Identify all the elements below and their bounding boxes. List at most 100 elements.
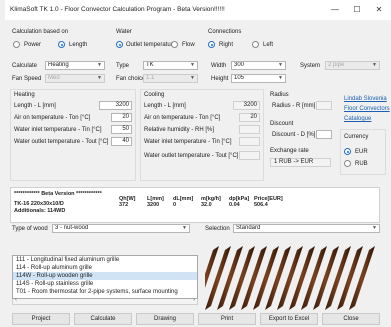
grille-slat [205, 246, 231, 310]
discount-header: Discount [270, 121, 294, 127]
export-excel-button[interactable]: Export to Excel [260, 313, 318, 325]
rub-label: RUB [355, 161, 368, 167]
cooling-length-input[interactable]: 3200 [233, 101, 260, 110]
result-additionals: Additionals: 114WD [14, 208, 66, 214]
cooling-water-inlet-label: Water inlet temperature - Tin [°C] [144, 139, 232, 145]
wood-label: Type of wood [12, 226, 48, 232]
link-catalogue[interactable]: Catalogue [344, 116, 371, 122]
system-label: System [300, 63, 321, 69]
heating-length-label: Length - L [mm] [14, 103, 56, 109]
fan-speed-select[interactable]: Med ▼ [45, 74, 105, 83]
heating-length-input[interactable]: 3200 [99, 101, 132, 110]
drawing-button[interactable]: Drawing [136, 313, 194, 325]
result-value-m: 32.0 [201, 202, 212, 208]
maximize-icon[interactable]: ☐ [347, 4, 367, 16]
heating-air-on-input[interactable]: 20 [111, 113, 132, 122]
cooling-air-on-input[interactable]: 20 [239, 113, 260, 122]
left-label: Left [263, 42, 274, 48]
minimize-icon[interactable]: — [325, 4, 345, 16]
project-button[interactable]: Project [12, 313, 70, 325]
result-value-dl: 0 [173, 202, 177, 208]
result-value-qh: 372 [119, 202, 129, 208]
width-label: Width [211, 63, 227, 69]
grille-slat [337, 246, 363, 310]
right-radio[interactable] [208, 41, 215, 48]
calculate-button[interactable]: Calculate [74, 313, 132, 325]
grille-slat [253, 246, 279, 310]
currency-header: Currency [344, 134, 369, 140]
grille-slat [325, 246, 351, 310]
right-label: Right [219, 42, 234, 48]
fan-speed-label: Fan Speed [12, 76, 42, 82]
fan-choice-select[interactable]: 1.1 ▼ [143, 74, 198, 83]
cooling-water-inlet-input[interactable] [239, 137, 260, 146]
chevron-down-icon: ▼ [97, 62, 102, 68]
discount-input[interactable] [316, 130, 332, 139]
outlet-temperature-label: Outlet temperature [126, 42, 177, 48]
cooling-humidity-input[interactable] [239, 125, 260, 134]
link-floor-convectors[interactable]: Floor Convectors [344, 106, 390, 112]
list-item[interactable]: T01 - Room thermostat for 2-pipe systems… [13, 288, 197, 296]
fan-choice-label: Fan choice [116, 76, 146, 82]
flow-radio[interactable] [171, 41, 178, 48]
close-icon[interactable]: ✕ [369, 4, 389, 16]
grille-slat [289, 246, 315, 310]
result-value-l: 3200 [147, 202, 160, 208]
width-select[interactable]: 300 ▼ [231, 61, 286, 70]
selection-select[interactable]: Standard ▼ [233, 224, 380, 233]
chevron-down-icon: ▼ [278, 62, 283, 68]
eur-radio[interactable] [344, 148, 351, 155]
height-select[interactable]: 105 ▼ [231, 74, 286, 83]
grille-slat [217, 246, 243, 310]
grille-slat [229, 246, 255, 310]
radius-label: Radius - R [mm] [272, 103, 316, 109]
selection-label: Selection [205, 226, 230, 232]
chevron-down-icon: ▼ [190, 62, 195, 68]
list-item[interactable]: 114W - Roll-up wooden grille [13, 272, 197, 280]
power-radio[interactable] [13, 41, 20, 48]
beta-banner: ************ Beta Version ************ [14, 191, 102, 197]
flow-label: Flow [182, 42, 195, 48]
list-item[interactable]: 114S - Roll-up stainless grille [13, 280, 197, 288]
grille-slat [349, 246, 375, 310]
power-label: Power [24, 42, 42, 48]
outlet-temperature-radio[interactable] [116, 41, 123, 48]
heating-water-outlet-input[interactable]: 40 [111, 137, 132, 146]
heating-water-inlet-input[interactable]: 50 [111, 125, 132, 134]
scroll-right-icon[interactable]: › [193, 297, 195, 303]
wood-select[interactable]: 3 - nut-wood ▼ [52, 224, 190, 233]
link-lindab-slovenia[interactable]: Lindab Slovenia [344, 96, 387, 102]
discount-label: Discount - D [%] [272, 132, 316, 138]
print-button[interactable]: Print [198, 313, 256, 325]
length-label: Length [69, 42, 88, 48]
calculate-select[interactable]: Heating ▼ [45, 61, 105, 70]
list-item[interactable]: 114 - Roll-up aluminum grille [13, 264, 197, 272]
cooling-length-label: Length - L [mm] [144, 103, 186, 109]
list-item[interactable]: 111 - Longitudinal fixed aluminum grille [13, 256, 197, 264]
list-scrollbar[interactable]: ‹ › [12, 297, 198, 305]
result-value-dp: 0.04 [229, 202, 240, 208]
exchange-input[interactable]: 1 RUB -> EUR [270, 158, 331, 167]
type-select[interactable]: TK ▼ [143, 61, 198, 70]
chevron-down-icon: ▼ [372, 62, 377, 68]
wooden-grille-image [205, 246, 375, 310]
result-product: TK-16 220x30x10/D [14, 201, 64, 207]
grille-list[interactable]: 111 - Longitudinal fixed aluminum grille… [12, 255, 198, 299]
scroll-left-icon[interactable]: ‹ [15, 297, 17, 303]
result-panel: ************ Beta Version ************ T… [10, 187, 380, 223]
left-radio[interactable] [252, 41, 259, 48]
connections-header: Connections [208, 29, 242, 35]
close-button[interactable]: Close [322, 313, 380, 325]
rub-radio[interactable] [344, 160, 351, 167]
grille-slat [265, 246, 291, 310]
cooling-water-outlet-input[interactable] [239, 151, 260, 160]
calculate-label: Calculate [12, 63, 38, 69]
calc-based-header: Calculation based on [12, 29, 69, 35]
system-select[interactable]: 2 pipe ▼ [325, 61, 380, 70]
eur-label: EUR [355, 149, 368, 155]
chevron-down-icon: ▼ [278, 75, 283, 81]
length-radio[interactable] [58, 41, 65, 48]
heating-water-inlet-label: Water inlet temperature - Tin [°C] [14, 127, 102, 133]
heating-air-on-label: Air on temperature - Ton [°C] [14, 115, 91, 121]
radius-input[interactable] [316, 101, 332, 110]
